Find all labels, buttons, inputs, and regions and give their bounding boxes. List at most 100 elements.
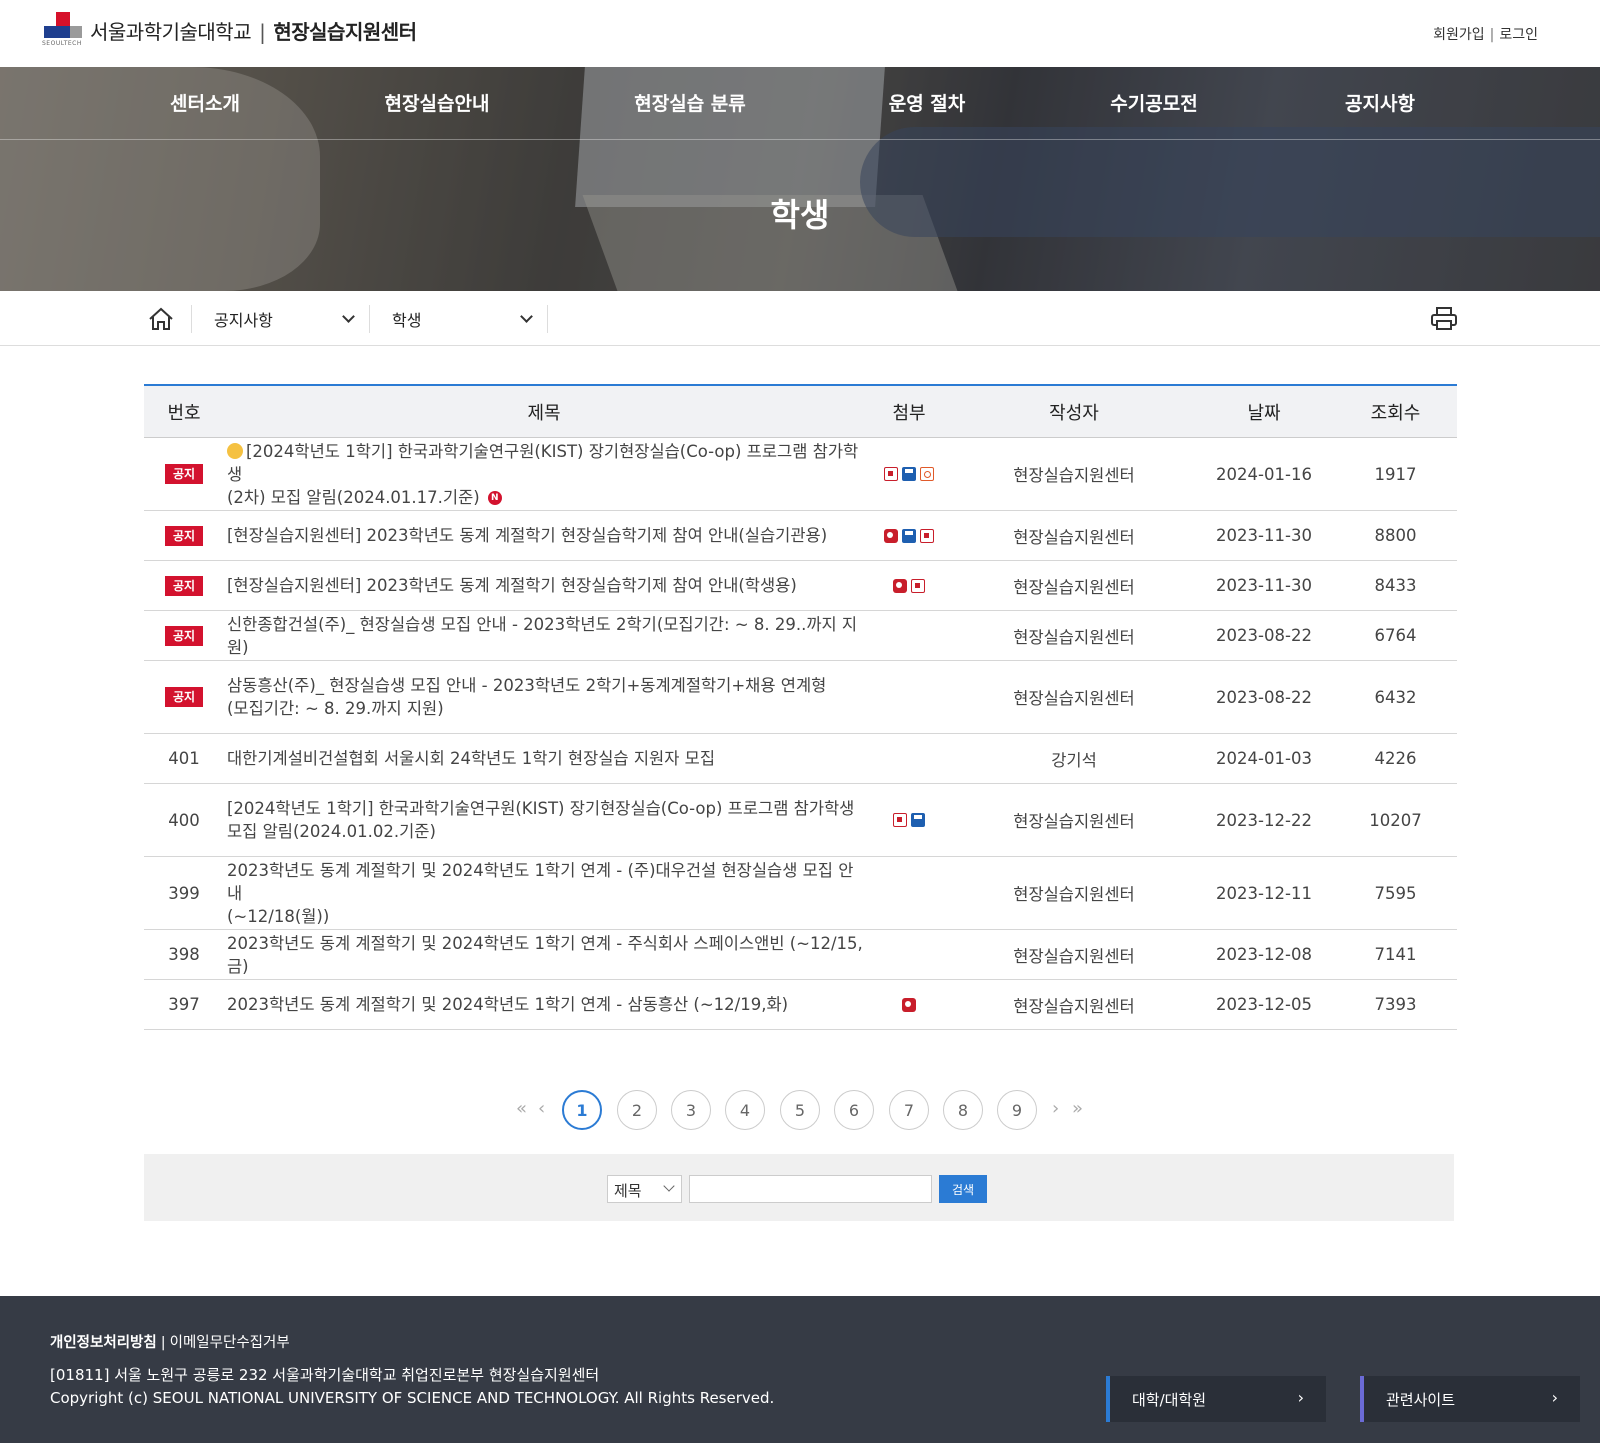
university-sites-button[interactable]: 대학/대학원 › <box>1106 1376 1326 1422</box>
table-header: 번호 제목 첨부 작성자 날짜 조회수 <box>144 386 1457 438</box>
next-page-button[interactable]: › <box>1052 1098 1059 1119</box>
row-title-link[interactable]: 2023학년도 동계 계절학기 및 2024학년도 1학기 연계 - 주식회사 … <box>224 930 864 979</box>
row-attachments <box>864 980 954 1029</box>
row-title-link[interactable]: [현장실습지원센터] 2023학년도 동계 계절학기 현장실습학기제 참여 안내… <box>224 511 864 560</box>
row-title-text: 2023학년도 동계 계절학기 및 2024학년도 1학기 연계 - 삼동흥산 … <box>227 993 788 1016</box>
image-icon[interactable] <box>920 467 934 481</box>
row-title-line2-text: (2차) 모집 알림(2024.01.17.기준) <box>227 487 480 507</box>
nav-item-essay-contest[interactable]: 수기공모전 <box>1110 89 1197 116</box>
login-link[interactable]: 로그인 <box>1499 27 1538 43</box>
row-title-link[interactable]: 2023학년도 동계 계절학기 및 2024학년도 1학기 연계 - (주)대우… <box>224 857 864 929</box>
pdf-icon[interactable] <box>911 578 925 593</box>
row-title-link[interactable]: 2023학년도 동계 계절학기 및 2024학년도 1학기 연계 - 삼동흥산 … <box>224 980 864 1029</box>
page-7[interactable]: 7 <box>889 1090 929 1130</box>
chevron-right-icon: › <box>1551 1388 1558 1407</box>
nav-item-center-intro[interactable]: 센터소개 <box>170 89 240 116</box>
disk-icon[interactable] <box>902 528 916 543</box>
email-refusal-link[interactable]: 이메일무단수집거부 <box>170 1335 290 1351</box>
breadcrumb-level1-label: 공지사항 <box>214 311 273 330</box>
row-title-link[interactable]: [2024학년도 1학기] 한국과학기술연구원(KIST) 장기현장실습(Co-… <box>224 438 864 510</box>
row-title-line1: 2023학년도 동계 계절학기 및 2024학년도 1학기 연계 - (주)대우… <box>227 859 864 905</box>
breadcrumb-level2-dropdown[interactable]: 학생 <box>370 305 548 333</box>
last-page-button[interactable]: » <box>1072 1098 1083 1119</box>
disk-icon[interactable] <box>902 467 916 481</box>
row-title-text: [현장실습지원센터] 2023학년도 동계 계절학기 현장실습학기제 참여 안내… <box>227 524 827 547</box>
header-hits: 조회수 <box>1370 402 1421 424</box>
logo-text: 서울과학기술대학교 | 현장실습지원센터 <box>90 16 417 45</box>
table-row[interactable]: 공지 [현장실습지원센터] 2023학년도 동계 계절학기 현장실습학기제 참여 … <box>144 561 1457 611</box>
header-title: 제목 <box>527 402 561 424</box>
row-title-link[interactable]: [2024학년도 1학기] 한국과학기술연구원(KIST) 장기현장실습(Co-… <box>224 784 864 856</box>
table-row[interactable]: 398 2023학년도 동계 계절학기 및 2024학년도 1학기 연계 - 주식… <box>144 930 1457 980</box>
site-logo[interactable]: SEOULTECH 서울과학기술대학교 | 현장실습지원센터 <box>42 12 417 48</box>
first-page-button[interactable]: « <box>516 1098 527 1119</box>
home-icon[interactable] <box>144 305 192 333</box>
signup-link[interactable]: 회원가입 <box>1433 27 1485 43</box>
page-2[interactable]: 2 <box>617 1090 657 1130</box>
hwp-icon[interactable] <box>902 997 916 1012</box>
pdf-icon[interactable] <box>920 528 934 543</box>
row-attachments <box>864 930 954 979</box>
row-date: 2023-12-11 <box>1216 883 1312 903</box>
table-row[interactable]: 공지 신한종합건설(주)_ 현장실습생 모집 안내 - 2023학년도 2학기(모… <box>144 611 1457 661</box>
row-date: 2023-12-22 <box>1216 810 1312 830</box>
notice-badge: 공지 <box>165 687 203 707</box>
disk-icon[interactable] <box>911 813 925 827</box>
nav-item-practice-category[interactable]: 현장실습 분류 <box>634 89 746 116</box>
page-8[interactable]: 8 <box>943 1090 983 1130</box>
table-row[interactable]: 공지 [2024학년도 1학기] 한국과학기술연구원(KIST) 장기현장실습(C… <box>144 438 1457 511</box>
page-1[interactable]: 1 <box>562 1090 602 1130</box>
row-title-link[interactable]: [현장실습지원센터] 2023학년도 동계 계절학기 현장실습학기제 참여 안내… <box>224 561 864 610</box>
row-hits: 7141 <box>1374 945 1417 964</box>
row-title-line2-text: (~12/18(월)) <box>227 906 330 926</box>
row-title-link[interactable]: 대한기계설비건설협회 서울시회 24학년도 1학기 현장실습 지원자 모집 <box>224 734 864 783</box>
search-field-select[interactable]: 제목 <box>607 1175 682 1203</box>
row-title-line2-text: 모집 알림(2024.01.02.기준) <box>227 822 436 841</box>
prev-page-button[interactable]: ‹ <box>538 1098 545 1119</box>
chevron-down-icon <box>663 1180 675 1192</box>
row-no: 397 <box>168 995 200 1014</box>
privacy-policy-link[interactable]: 개인정보처리방침 <box>50 1335 157 1351</box>
table-row[interactable]: 공지 삼동흥산(주)_ 현장실습생 모집 안내 - 2023학년도 2학기+동계계… <box>144 661 1457 734</box>
table-row[interactable]: 400 [2024학년도 1학기] 한국과학기술연구원(KIST) 장기현장실습(… <box>144 784 1457 857</box>
row-title-line1-text: 대한기계설비건설협회 서울시회 24학년도 1학기 현장실습 지원자 모집 <box>227 749 716 768</box>
page-4[interactable]: 4 <box>725 1090 765 1130</box>
breadcrumb-level2-label: 학생 <box>392 311 422 330</box>
related-sites-button[interactable]: 관련사이트 › <box>1360 1376 1580 1422</box>
footer-link-separator: | <box>160 1335 166 1351</box>
search-button[interactable]: 검색 <box>939 1175 987 1203</box>
row-title-link[interactable]: 신한종합건설(주)_ 현장실습생 모집 안내 - 2023학년도 2학기(모집기… <box>224 611 864 660</box>
auth-links: 회원가입 | 로그인 <box>1433 24 1538 44</box>
row-writer: 현장실습지원센터 <box>1013 689 1135 708</box>
row-title-line1-text: 2023학년도 동계 계절학기 및 2024학년도 1학기 연계 - 삼동흥산 … <box>227 995 789 1014</box>
table-row[interactable]: 397 2023학년도 동계 계절학기 및 2024학년도 1학기 연계 - 삼동… <box>144 980 1457 1030</box>
row-title-line2: (모집기간: ~ 8. 29.까지 지원) <box>227 697 826 720</box>
row-hits: 6432 <box>1374 687 1417 707</box>
pdf-icon[interactable] <box>893 813 907 827</box>
nav-item-practice-guide[interactable]: 현장실습안내 <box>385 89 490 116</box>
hwp-icon[interactable] <box>893 578 907 593</box>
row-writer: 현장실습지원센터 <box>1013 527 1135 547</box>
table-row[interactable]: 공지 [현장실습지원센터] 2023학년도 동계 계절학기 현장실습학기제 참여 … <box>144 511 1457 561</box>
page-5[interactable]: 5 <box>780 1090 820 1130</box>
row-title-link[interactable]: 삼동흥산(주)_ 현장실습생 모집 안내 - 2023학년도 2학기+동계계절학… <box>224 661 864 733</box>
nav-item-notice[interactable]: 공지사항 <box>1345 89 1415 116</box>
search-input[interactable] <box>689 1175 932 1203</box>
page-3[interactable]: 3 <box>671 1090 711 1130</box>
nav-item-procedure[interactable]: 운영 절차 <box>889 89 966 116</box>
row-title-line1-text: [현장실습지원센터] 2023학년도 동계 계절학기 현장실습학기제 참여 안내… <box>227 526 828 545</box>
printer-icon[interactable] <box>1430 306 1458 332</box>
row-hits: 7393 <box>1374 995 1417 1014</box>
hwp-icon[interactable] <box>884 528 898 543</box>
page-9[interactable]: 9 <box>997 1090 1037 1130</box>
breadcrumb-level1-dropdown[interactable]: 공지사항 <box>192 305 370 333</box>
table-row[interactable]: 399 2023학년도 동계 계절학기 및 2024학년도 1학기 연계 - (주… <box>144 857 1457 930</box>
row-title-line1-text: 2023학년도 동계 계절학기 및 2024학년도 1학기 연계 - 주식회사 … <box>227 933 863 976</box>
hero-banner: 센터소개 현장실습안내 현장실습 분류 운영 절차 수기공모전 공지사항 학생 <box>0 67 1600 291</box>
row-title-line2: (2차) 모집 알림(2024.01.17.기준) N <box>227 486 864 509</box>
table-row[interactable]: 401 대한기계설비건설협회 서울시회 24학년도 1학기 현장실습 지원자 모집… <box>144 734 1457 784</box>
header-writer: 작성자 <box>1049 402 1099 424</box>
row-date: 2023-12-08 <box>1216 945 1312 964</box>
pdf-icon[interactable] <box>884 467 898 481</box>
page-6[interactable]: 6 <box>834 1090 874 1130</box>
